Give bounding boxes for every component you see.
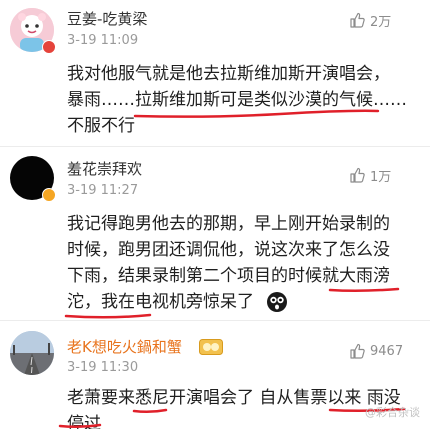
comment-feed: 豆姜-吃黄梁 3-19 11:09 2万 我对他服气就是他去拉斯维加斯开演唱会，… [0, 0, 430, 429]
username[interactable]: 豆姜-吃黄梁 [67, 8, 147, 29]
like-count: 1万 [370, 169, 392, 185]
like-button[interactable]: 9467 [349, 341, 403, 361]
thumbs-up-icon [350, 343, 365, 359]
like-button[interactable]: 2万 [349, 10, 391, 30]
divider [0, 146, 430, 147]
verified-badge-icon [42, 40, 56, 54]
comment-item: 羞花崇拜欢 3-19 11:27 1万 我记得跑男他去的那期，早上刚开始录制的 … [0, 148, 430, 320]
like-button[interactable]: 1万 [349, 165, 391, 185]
road-photo-avatar-icon [10, 331, 54, 375]
comment-line: 我对他服气就是他去拉斯维加斯开演唱会， [67, 64, 390, 84]
thumbs-up-icon [350, 167, 365, 183]
timestamp: 3-19 11:30 [67, 360, 139, 375]
shocked-emoji-icon [267, 292, 287, 312]
member-badge-icon [199, 339, 223, 355]
timestamp: 3-19 11:09 [67, 33, 139, 48]
verified-badge-icon [42, 188, 56, 202]
comment-line: 时候，跑男团还调侃他，说这次来了怎么没 [67, 240, 390, 260]
watermark: @彩合杂谈 [365, 406, 420, 419]
comment-line: 我记得跑男他去的那期，早上刚开始录制的 [67, 214, 390, 234]
username[interactable]: 老K想吃火鍋和蟹 [67, 336, 182, 357]
timestamp: 3-19 11:27 [67, 183, 139, 198]
divider [0, 320, 430, 321]
avatar[interactable] [10, 331, 54, 375]
comment-item: 豆姜-吃黄梁 3-19 11:09 2万 我对他服气就是他去拉斯维加斯开演唱会，… [0, 0, 430, 150]
like-count: 9467 [370, 343, 404, 359]
comment-line: 暴雨……拉斯维加斯可是类似沙漠的气候…… [67, 90, 407, 110]
comment-line: 下雨，结果录制第二个项目的时候就大雨滂 [67, 266, 390, 286]
thumbs-up-icon [350, 12, 365, 28]
comment-line: 不服不行 [67, 116, 135, 136]
like-count: 2万 [370, 14, 392, 30]
comment-line: 沱，我在电视机旁惊呆了 [67, 292, 254, 312]
username[interactable]: 羞花崇拜欢 [67, 158, 142, 179]
